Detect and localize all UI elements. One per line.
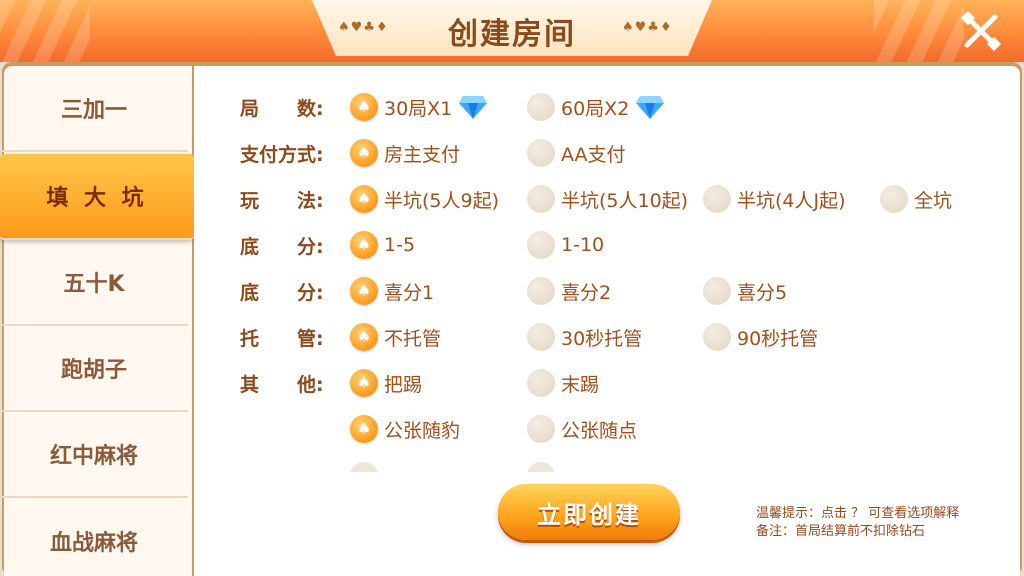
hint-text: 温馨提示：点击 ？ 可查看选项解释 [756, 506, 960, 521]
sidebar-item-xuezhanmajiang[interactable]: 血战麻将 [0, 498, 188, 576]
note-text: 备注：首局结算前不扣除钻石 [756, 524, 926, 539]
page-title: 创建房间 [448, 17, 576, 52]
option-play-half-5p9[interactable]: ♠ 半坑(5人9起) [350, 184, 499, 214]
header-stripe-left [0, 0, 90, 62]
radio-selected-icon: ♠ [350, 93, 378, 121]
sidebar-item-hongzhongmajiang[interactable]: 红中麻将 [0, 412, 188, 498]
clipped-next-row [194, 462, 794, 472]
option-other-moti[interactable]: 末踢 [527, 368, 599, 398]
option-payment-aa[interactable]: AA支付 [527, 138, 626, 168]
sidebar-item-tiandakeng[interactable]: 填 大 坑 [0, 154, 194, 240]
radio-unselected-icon [527, 369, 555, 397]
suits-decoration-left: ♠♥♣♦ [338, 20, 389, 35]
radio-unselected-icon [527, 231, 555, 259]
radio-unselected-icon [703, 277, 731, 305]
option-auto-90s[interactable]: 90秒托管 [703, 322, 818, 352]
option-base-1-10[interactable]: 1-10 [527, 230, 604, 260]
option-play-full[interactable]: 全坑 [880, 184, 952, 214]
radio-unselected-icon [527, 93, 555, 121]
radio-selected-icon: ♠ [350, 323, 378, 351]
sidebar-item-paohuzi[interactable]: 跑胡子 [0, 326, 188, 412]
option-auto-30s[interactable]: 30秒托管 [527, 322, 642, 352]
option-bonus-5[interactable]: 喜分5 [703, 276, 787, 306]
close-button[interactable] [948, 6, 1014, 56]
radio-unselected-icon [527, 185, 555, 213]
option-other-bati[interactable]: ♠ 把踢 [350, 368, 422, 398]
option-base-1-5[interactable]: ♠ 1-5 [350, 230, 415, 260]
option-payment-host[interactable]: ♠ 房主支付 [350, 138, 460, 168]
close-x-icon [961, 11, 1001, 51]
diamond-icon [636, 96, 665, 119]
radio-selected-icon: ♠ [350, 277, 378, 305]
radio-selected-icon: ♠ [350, 369, 378, 397]
option-play-half-5p10[interactable]: 半坑(5人10起) [527, 184, 688, 214]
option-bonus-2[interactable]: 喜分2 [527, 276, 611, 306]
create-room-button[interactable]: 立即创建 [498, 484, 680, 540]
option-rounds-30[interactable]: ♠ 30局X1 [350, 92, 488, 122]
radio-selected-icon: ♠ [350, 185, 378, 213]
option-auto-none[interactable]: ♠ 不托管 [350, 322, 441, 352]
radio-selected-icon: ♠ [350, 231, 378, 259]
gameplay-label: 玩 法: [240, 190, 324, 212]
radio-unselected-icon [527, 415, 555, 443]
header-bar: ♠♥♣♦ 创建房间 ♠♥♣♦ [0, 0, 1024, 62]
sidebar-item-sanjiayi[interactable]: 三加一 [0, 66, 188, 152]
payment-label: 支付方式: [240, 144, 324, 166]
radio-unselected-icon [527, 277, 555, 305]
radio-selected-icon: ♠ [350, 139, 378, 167]
option-public-leopard[interactable]: ♠ 公张随豹 [350, 414, 460, 444]
suits-decoration-right: ♠♥♣♦ [622, 20, 673, 35]
bonus-score-label: 底 分: [240, 282, 324, 304]
option-play-half-4pj[interactable]: 半坑(4人J起) [703, 184, 846, 214]
option-bonus-1[interactable]: ♠ 喜分1 [350, 276, 434, 306]
base-score-label: 底 分: [240, 236, 324, 258]
rounds-label: 局 数: [240, 98, 324, 120]
option-rounds-60[interactable]: 60局X2 [527, 92, 665, 122]
radio-unselected-icon [527, 323, 555, 351]
radio-unselected-icon [703, 323, 731, 351]
sidebar-item-wushik[interactable]: 五十K [0, 240, 188, 326]
option-public-point[interactable]: 公张随点 [527, 414, 637, 444]
auto-play-label: 托 管: [240, 328, 324, 350]
radio-selected-icon: ♠ [350, 415, 378, 443]
diamond-icon [459, 96, 488, 119]
radio-unselected-icon [527, 139, 555, 167]
radio-unselected-icon [703, 185, 731, 213]
other-label: 其 他: [240, 374, 324, 396]
radio-unselected-icon [880, 185, 908, 213]
